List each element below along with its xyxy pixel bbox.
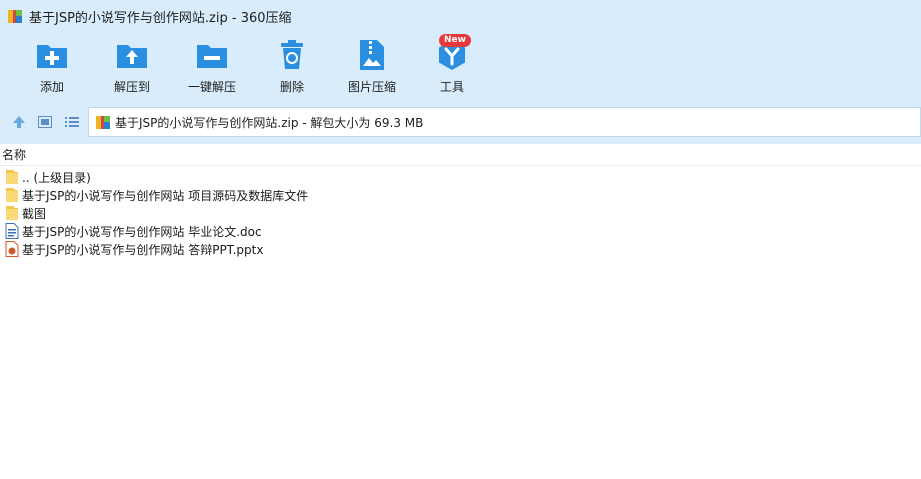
file-name: .. (上级目录) [22,170,91,185]
extract-to-button[interactable]: 解压到 [99,38,165,95]
trash-icon [281,40,303,69]
list-item[interactable]: 基于JSP的小说写作与创作网站 答辩PPT.pptx [0,240,921,258]
title-bar: 基于JSP的小说写作与创作网站.zip - 360压缩 [0,0,921,32]
file-name: 基于JSP的小说写作与创作网站 答辩PPT.pptx [22,242,264,257]
folder-icon [6,170,18,184]
window-title: 基于JSP的小说写作与创作网站.zip - 360压缩 [29,10,292,26]
folder-icon [6,206,18,220]
toolbar: 添加 解压到 一键解压 删除 图片压缩 New 工具 [0,32,921,100]
delete-label: 删除 [279,80,304,94]
one-click-extract-icon [197,45,227,68]
tools-button[interactable]: New 工具 [419,34,485,95]
zip-archive-icon [8,10,22,23]
tools-label: 工具 [439,80,464,94]
list-item[interactable]: 截图 [0,204,921,222]
image-compress-label: 图片压缩 [347,80,396,94]
list-item-parent-dir[interactable]: .. (上级目录) [0,168,921,186]
file-name: 截图 [22,206,47,221]
list-item[interactable]: 基于JSP的小说写作与创作网站 项目源码及数据库文件 [0,186,921,204]
list-view-button[interactable] [62,112,82,132]
file-name: 基于JSP的小说写作与创作网站 毕业论文.doc [22,224,262,239]
new-badge: New [439,34,471,47]
address-bar: 基于JSP的小说写作与创作网站.zip - 解包大小为 69.3 MB [0,100,921,144]
extract-to-label: 解压到 [113,80,150,94]
extract-to-icon [117,45,147,68]
thumbnail-view-button[interactable] [35,112,55,132]
list-view-icon [65,117,79,127]
file-name: 基于JSP的小说写作与创作网站 项目源码及数据库文件 [22,188,309,203]
list-item[interactable]: 基于JSP的小说写作与创作网站 毕业论文.doc [0,222,921,240]
address-field[interactable]: 基于JSP的小说写作与创作网站.zip - 解包大小为 69.3 MB [88,107,921,137]
column-header-name[interactable]: 名称 [2,146,26,163]
add-label: 添加 [39,80,64,94]
add-icon [37,45,67,68]
folder-icon [6,188,18,202]
word-doc-icon [5,223,19,239]
arrow-up-icon [13,116,25,128]
up-level-button[interactable] [9,112,29,132]
powerpoint-icon [5,241,19,257]
address-text: 基于JSP的小说写作与创作网站.zip - 解包大小为 69.3 MB [115,115,424,130]
add-button[interactable]: 添加 [19,38,85,95]
one-click-extract-label: 一键解压 [187,80,236,94]
file-list: .. (上级目录) 基于JSP的小说写作与创作网站 项目源码及数据库文件 截图 … [0,168,921,258]
zip-archive-icon [96,116,110,129]
image-compress-button[interactable]: 图片压缩 [339,38,405,95]
one-click-extract-button[interactable]: 一键解压 [179,38,245,95]
delete-button[interactable]: 删除 [259,38,325,95]
thumbnail-view-icon [38,116,52,128]
list-header: 名称 [0,144,921,166]
image-compress-icon [360,40,384,70]
